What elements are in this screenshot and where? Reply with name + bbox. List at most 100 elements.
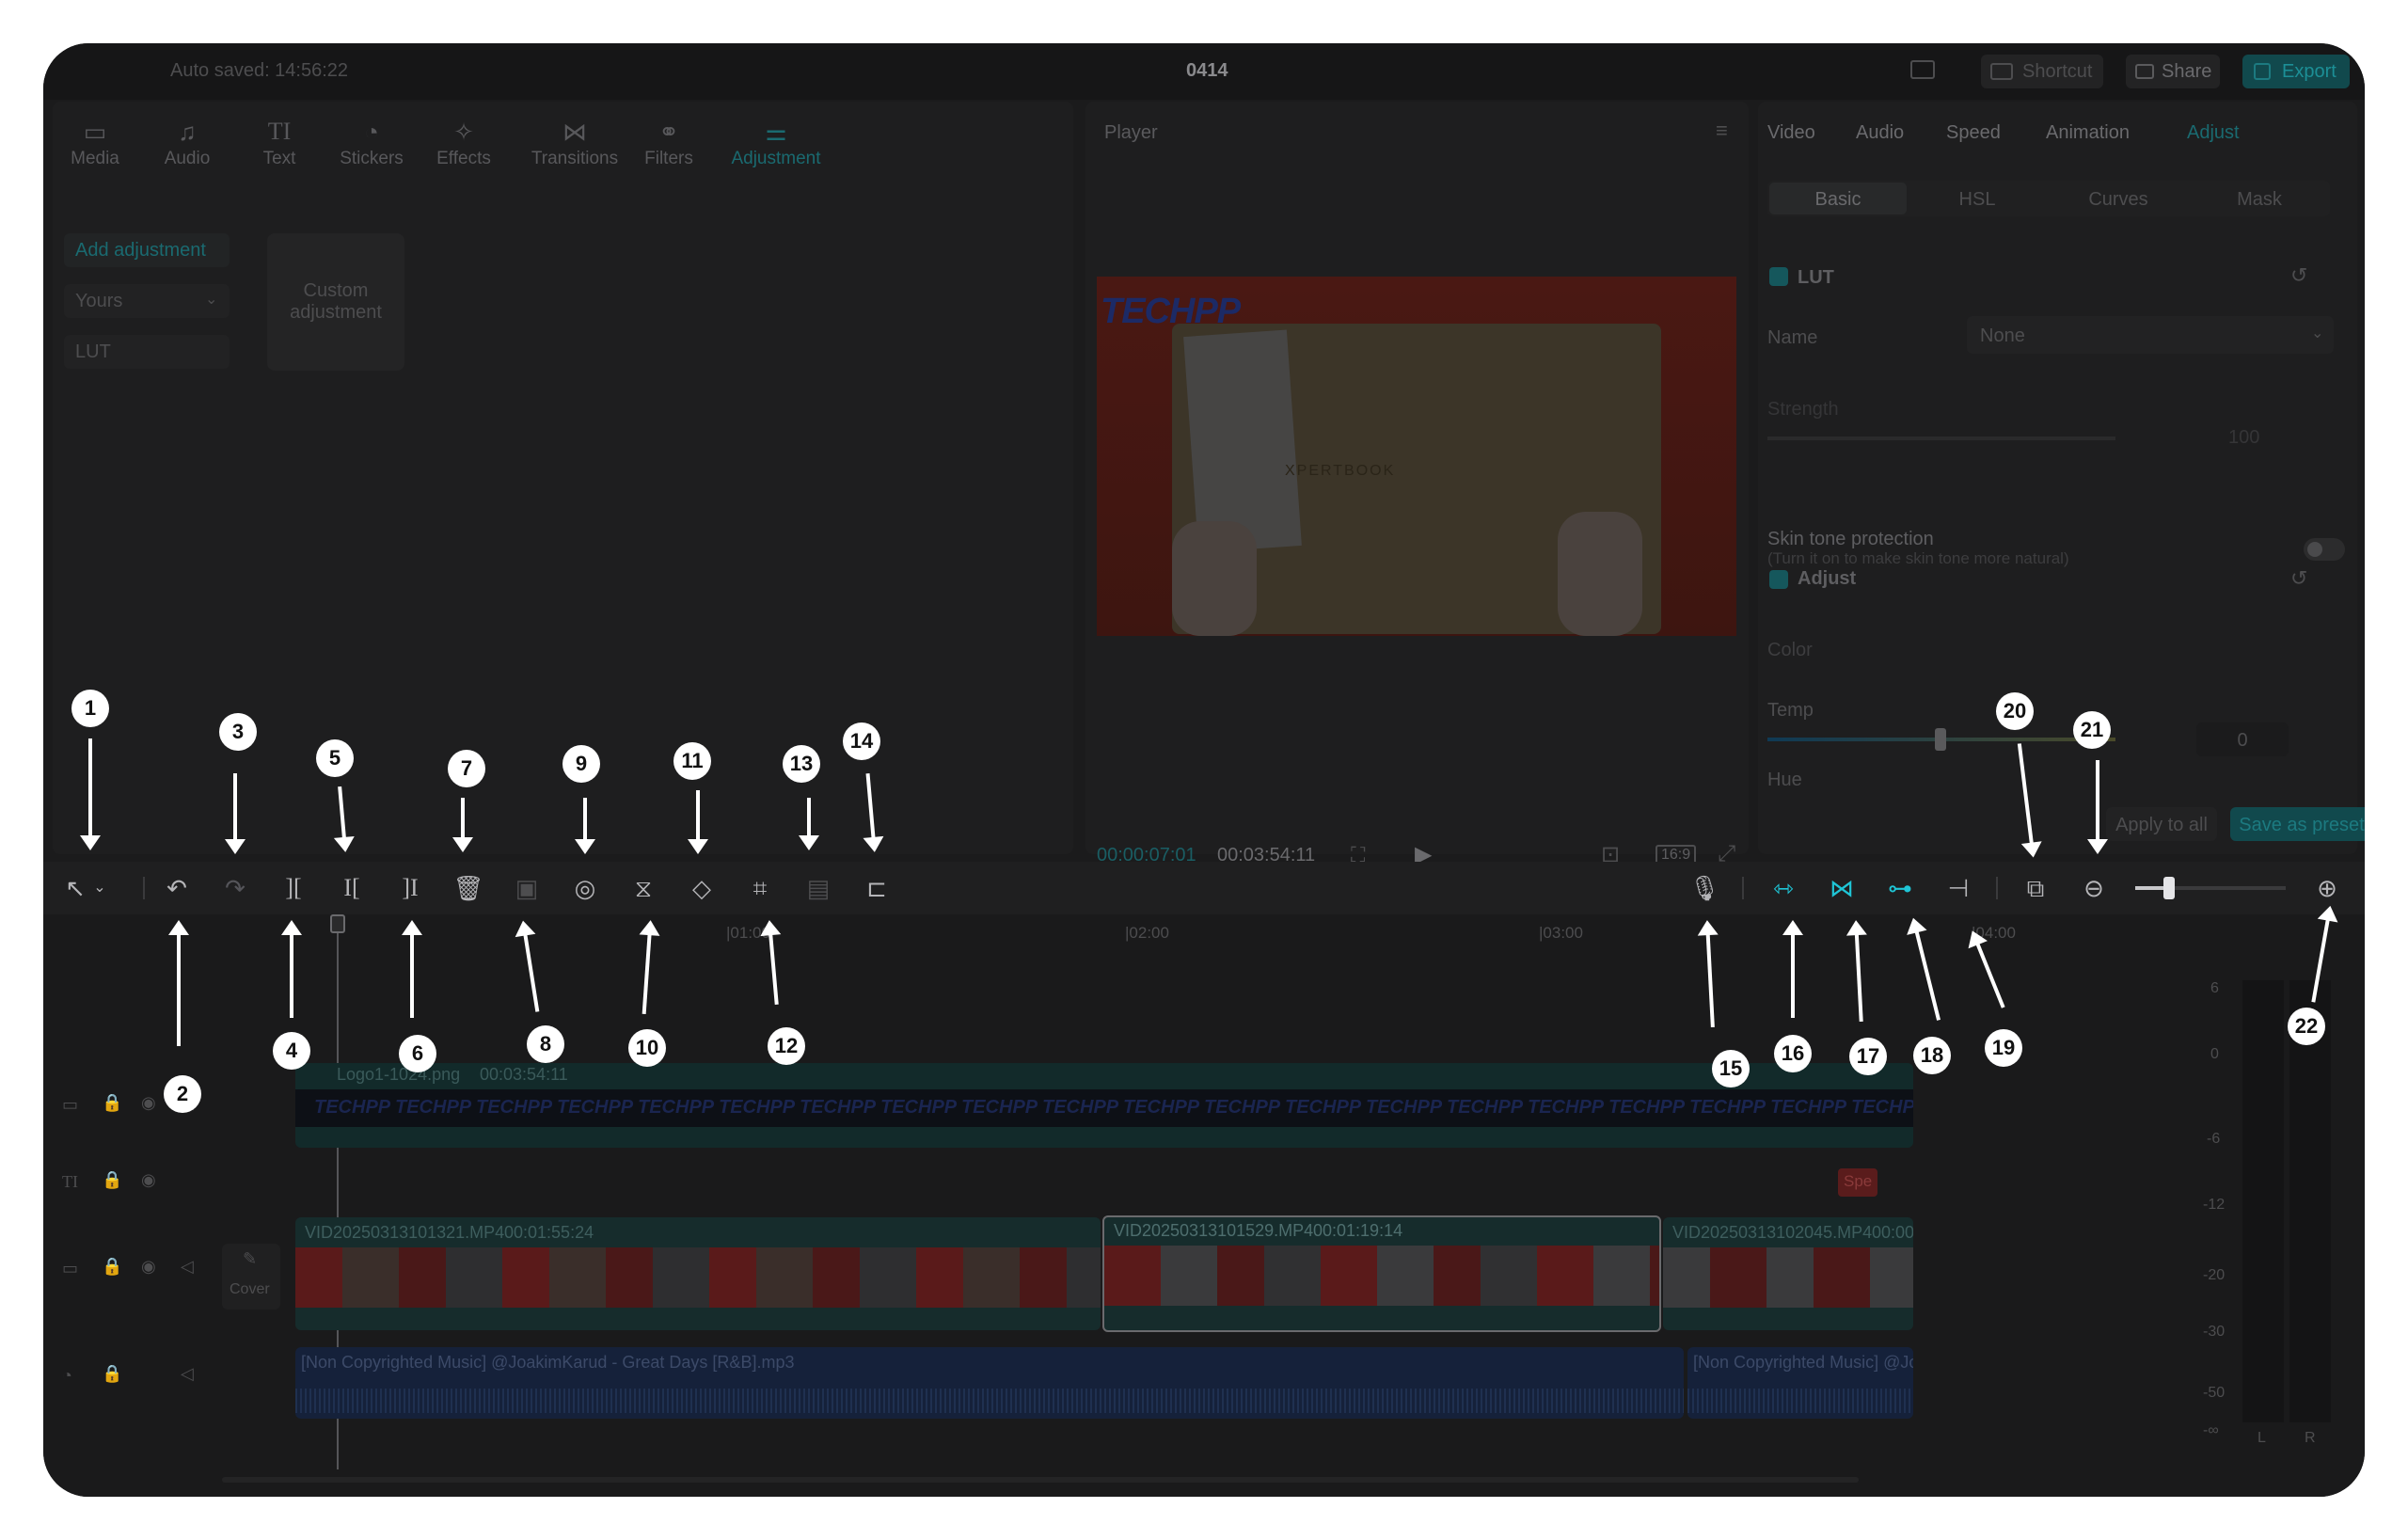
zoom-in-icon[interactable]: ⊕ xyxy=(2310,871,2344,905)
eye-icon[interactable]: ◉ xyxy=(141,1093,156,1113)
reset-adjust-icon[interactable]: ↺ xyxy=(2290,566,2307,591)
temp-slider-handle[interactable] xyxy=(1935,728,1946,751)
callout-arrow xyxy=(1782,920,1803,1018)
cover-button[interactable]: ✎ Cover xyxy=(222,1244,280,1310)
video-thumbnail-strip xyxy=(1104,1246,1659,1306)
rotate-icon[interactable]: ◇ xyxy=(685,871,719,905)
sidebar-item-add-adjustment[interactable]: Add adjustment xyxy=(64,233,230,267)
strength-slider[interactable] xyxy=(1767,437,2115,440)
tab-transitions[interactable]: ⋈ Transitions xyxy=(523,115,626,169)
lut-section-title: LUT xyxy=(1798,267,1834,288)
shortcut-button[interactable]: Shortcut xyxy=(1981,55,2103,88)
callout-8: 8 xyxy=(527,1025,564,1063)
eye-icon[interactable]: ◉ xyxy=(141,1170,156,1190)
tab-adjustment[interactable]: ⚌ Adjustment xyxy=(715,115,837,169)
freeze-icon[interactable]: ▣ xyxy=(510,871,544,905)
callout-14: 14 xyxy=(843,722,880,760)
name-label: Name xyxy=(1767,327,1818,348)
microphone-icon[interactable]: 🎙 xyxy=(1687,871,1721,905)
zoom-slider-handle[interactable] xyxy=(2163,877,2175,899)
volume-icon[interactable]: ◁ xyxy=(181,1257,194,1277)
callout-16: 16 xyxy=(1774,1035,1812,1072)
split-left-icon[interactable]: I[ xyxy=(335,871,369,905)
tab-stickers[interactable]: ◔ Stickers xyxy=(329,115,414,169)
tab-audio[interactable]: ♫ Audio xyxy=(145,115,230,169)
auto-reframe-icon[interactable]: ▤ xyxy=(801,871,835,905)
zoom-out-icon[interactable]: ⊖ xyxy=(2077,871,2111,905)
tab-filters[interactable]: ⚭ Filters xyxy=(626,115,711,169)
video-clip[interactable]: VID20250313102045.MP4 00:00 xyxy=(1663,1217,1913,1330)
split-icon[interactable]: ][ xyxy=(277,871,310,905)
subtab-mask[interactable]: Mask xyxy=(2191,183,2328,214)
mirror-icon[interactable]: ⧖ xyxy=(626,871,660,905)
logo-clip[interactable]: Logo1-1024.png 00:03:54:11 TECHPP TECHPP T… xyxy=(295,1063,1913,1148)
split-right-icon[interactable]: ]I xyxy=(393,871,427,905)
subtab-hsl[interactable]: HSL xyxy=(1909,183,2046,214)
effects-icon: ✧ xyxy=(453,118,474,146)
linkage-icon[interactable]: ⊶ xyxy=(1883,871,1917,905)
replace-icon[interactable]: ⊏ xyxy=(860,871,894,905)
video-clip[interactable]: VID20250313101321.MP4 00:01:55:24 xyxy=(295,1217,1101,1330)
chevron-down-icon[interactable]: ⌄ xyxy=(90,871,109,905)
layout-icon[interactable] xyxy=(1910,60,1935,79)
lock-icon[interactable]: 🔒 xyxy=(102,1093,122,1113)
callout-arrow xyxy=(2087,760,2108,854)
callout-arrow xyxy=(80,738,101,850)
playhead-handle[interactable] xyxy=(330,914,345,933)
main-track-magnet-icon[interactable]: ⇿ xyxy=(1766,871,1800,905)
lut-name-select[interactable]: None ⌄ xyxy=(1967,316,2334,354)
tab-animation[interactable]: Animation xyxy=(2046,122,2130,144)
tab-audio-props[interactable]: Audio xyxy=(1856,122,1904,144)
tab-adjust[interactable]: Adjust xyxy=(2187,122,2240,144)
hand-left xyxy=(1172,521,1257,636)
temp-input[interactable]: 0 xyxy=(2196,722,2289,756)
video-clip[interactable]: VID20250313101529.MP4 00:01:19:14 xyxy=(1102,1215,1661,1332)
export-button[interactable]: Export xyxy=(2242,55,2350,88)
timeline-scrollbar[interactable] xyxy=(222,1477,1859,1483)
chevron-down-icon: ⌄ xyxy=(205,292,218,308)
stickers-icon: ◔ xyxy=(364,118,379,146)
app-window: Auto saved: 14:56:22 0414 Shortcut Share… xyxy=(43,43,2365,1497)
speed-icon[interactable]: ◎ xyxy=(568,871,602,905)
lock-icon[interactable]: 🔒 xyxy=(102,1257,122,1277)
tab-effects[interactable]: ✧ Effects xyxy=(421,115,506,169)
lut-checkbox[interactable] xyxy=(1769,267,1788,286)
lock-icon[interactable]: 🔒 xyxy=(102,1170,122,1190)
tab-text[interactable]: TI Text xyxy=(237,115,322,169)
redo-icon[interactable]: ↷ xyxy=(218,871,252,905)
lock-icon[interactable]: 🔒 xyxy=(102,1364,122,1384)
callout-arrow xyxy=(575,798,595,854)
logo-thumbnail: TECHPP xyxy=(880,1097,958,1118)
menu-icon[interactable]: ≡ xyxy=(1716,119,1728,143)
audio-clip[interactable]: [Non Copyrighted Music] @Jo xyxy=(1687,1347,1913,1419)
share-button[interactable]: Share xyxy=(2126,55,2220,88)
auto-snap-icon[interactable]: ⋈ xyxy=(1825,871,1859,905)
select-cursor-icon[interactable]: ↖ xyxy=(58,871,92,905)
save-as-preset-button[interactable]: Save as preset xyxy=(2230,807,2365,841)
toolbar-divider xyxy=(143,877,145,899)
audio-clip[interactable]: [Non Copyrighted Music] @JoakimKarud - G… xyxy=(295,1347,1684,1419)
subtab-basic[interactable]: Basic xyxy=(1769,183,1907,214)
subtab-curves[interactable]: Curves xyxy=(2050,183,2187,214)
sidebar-item-yours[interactable]: Yours ⌄ xyxy=(64,284,230,318)
zoom-slider[interactable] xyxy=(2135,877,2286,899)
volume-icon[interactable]: ◁ xyxy=(181,1364,194,1384)
tab-video[interactable]: Video xyxy=(1767,122,1815,144)
text-clip[interactable]: Spe xyxy=(1838,1168,1877,1197)
delete-icon[interactable]: 🗑 xyxy=(452,871,485,905)
sidebar-item-lut[interactable]: LUT xyxy=(64,335,230,369)
custom-adjustment-card[interactable]: Custom adjustment xyxy=(267,233,404,371)
eye-icon[interactable]: ◉ xyxy=(141,1257,156,1277)
skin-tone-toggle[interactable] xyxy=(2304,538,2345,561)
fit-timeline-icon[interactable]: ⧉ xyxy=(2019,871,2052,905)
video-thumbnail-strip xyxy=(1663,1247,1913,1308)
adjust-checkbox[interactable] xyxy=(1769,570,1788,589)
apply-to-all-button[interactable]: Apply to all xyxy=(2106,807,2217,841)
preview-axis-icon[interactable]: ⊣ xyxy=(1941,871,1975,905)
subtab-bar: Basic HSL Curves Mask xyxy=(1767,181,2330,216)
reset-icon[interactable]: ↺ xyxy=(2290,263,2307,288)
crop-icon[interactable]: ⌗ xyxy=(743,871,777,905)
undo-icon[interactable]: ↶ xyxy=(160,871,194,905)
tab-media[interactable]: ▭ Media xyxy=(53,115,137,169)
tab-speed[interactable]: Speed xyxy=(1946,122,2001,144)
